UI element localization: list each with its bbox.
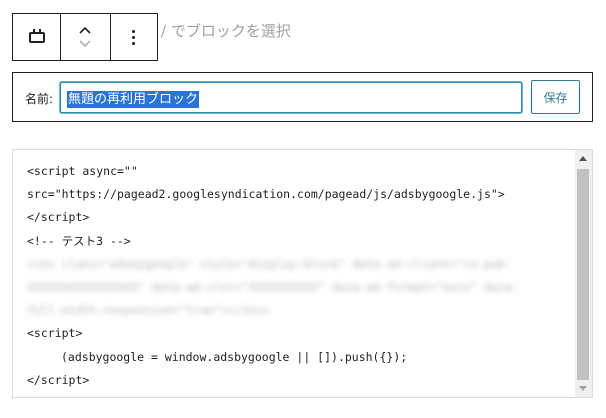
code-lines: <script async="" src="https://pagead2.go… xyxy=(27,160,568,392)
code-line: <script> xyxy=(27,326,83,341)
vertical-scrollbar[interactable] xyxy=(575,150,592,397)
scroll-down-arrow-icon[interactable] xyxy=(579,386,587,391)
block-select-hint: / でブロックを選択 xyxy=(161,22,291,40)
more-vertical-icon xyxy=(132,29,136,45)
block-toolbar xyxy=(12,13,158,61)
code-line: </script> xyxy=(27,372,90,387)
code-line-text: </scr xyxy=(27,372,62,387)
code-line: (adsbygoogle = window.adsbygoogle || [])… xyxy=(61,349,408,364)
code-line-blurred: XXXXXXXXXXXXXXXX" data-ad-slot="XXXXXXXX… xyxy=(27,279,519,294)
block-mover xyxy=(60,14,111,60)
selected-name-text: 無題の再利用ブロック xyxy=(67,91,200,108)
reusable-block-icon xyxy=(28,28,45,43)
reusable-block-form: 名前: 無題の再利用ブロック 保存 xyxy=(12,72,593,122)
scroll-up-arrow-icon[interactable] xyxy=(579,156,587,161)
code-line: src="https://pagead2.googlesyndication.c… xyxy=(27,187,505,202)
code-line-blurred: full-width-responsive="true"></ins> xyxy=(27,303,270,318)
name-label: 名前: xyxy=(25,92,54,106)
html-code-editor[interactable]: <script async="" src="https://pagead2.go… xyxy=(12,149,593,398)
save-button[interactable]: 保存 xyxy=(531,80,580,114)
chevron-down-icon[interactable] xyxy=(78,37,92,51)
code-line: <script async="" xyxy=(27,164,138,178)
block-type-button[interactable] xyxy=(13,14,60,60)
block-name-input[interactable]: 無題の再利用ブロック xyxy=(60,82,522,113)
code-line-text: </scr xyxy=(27,210,62,225)
code-line: </script> xyxy=(27,210,90,225)
scrollbar-thumb[interactable] xyxy=(577,169,589,380)
code-line: <!-- テスト3 --> xyxy=(27,233,131,248)
chevron-up-icon[interactable] xyxy=(78,23,92,37)
code-line-blurred: <ins class="adsbygoogle" style="display:… xyxy=(27,256,512,271)
more-options-button[interactable] xyxy=(111,14,157,60)
